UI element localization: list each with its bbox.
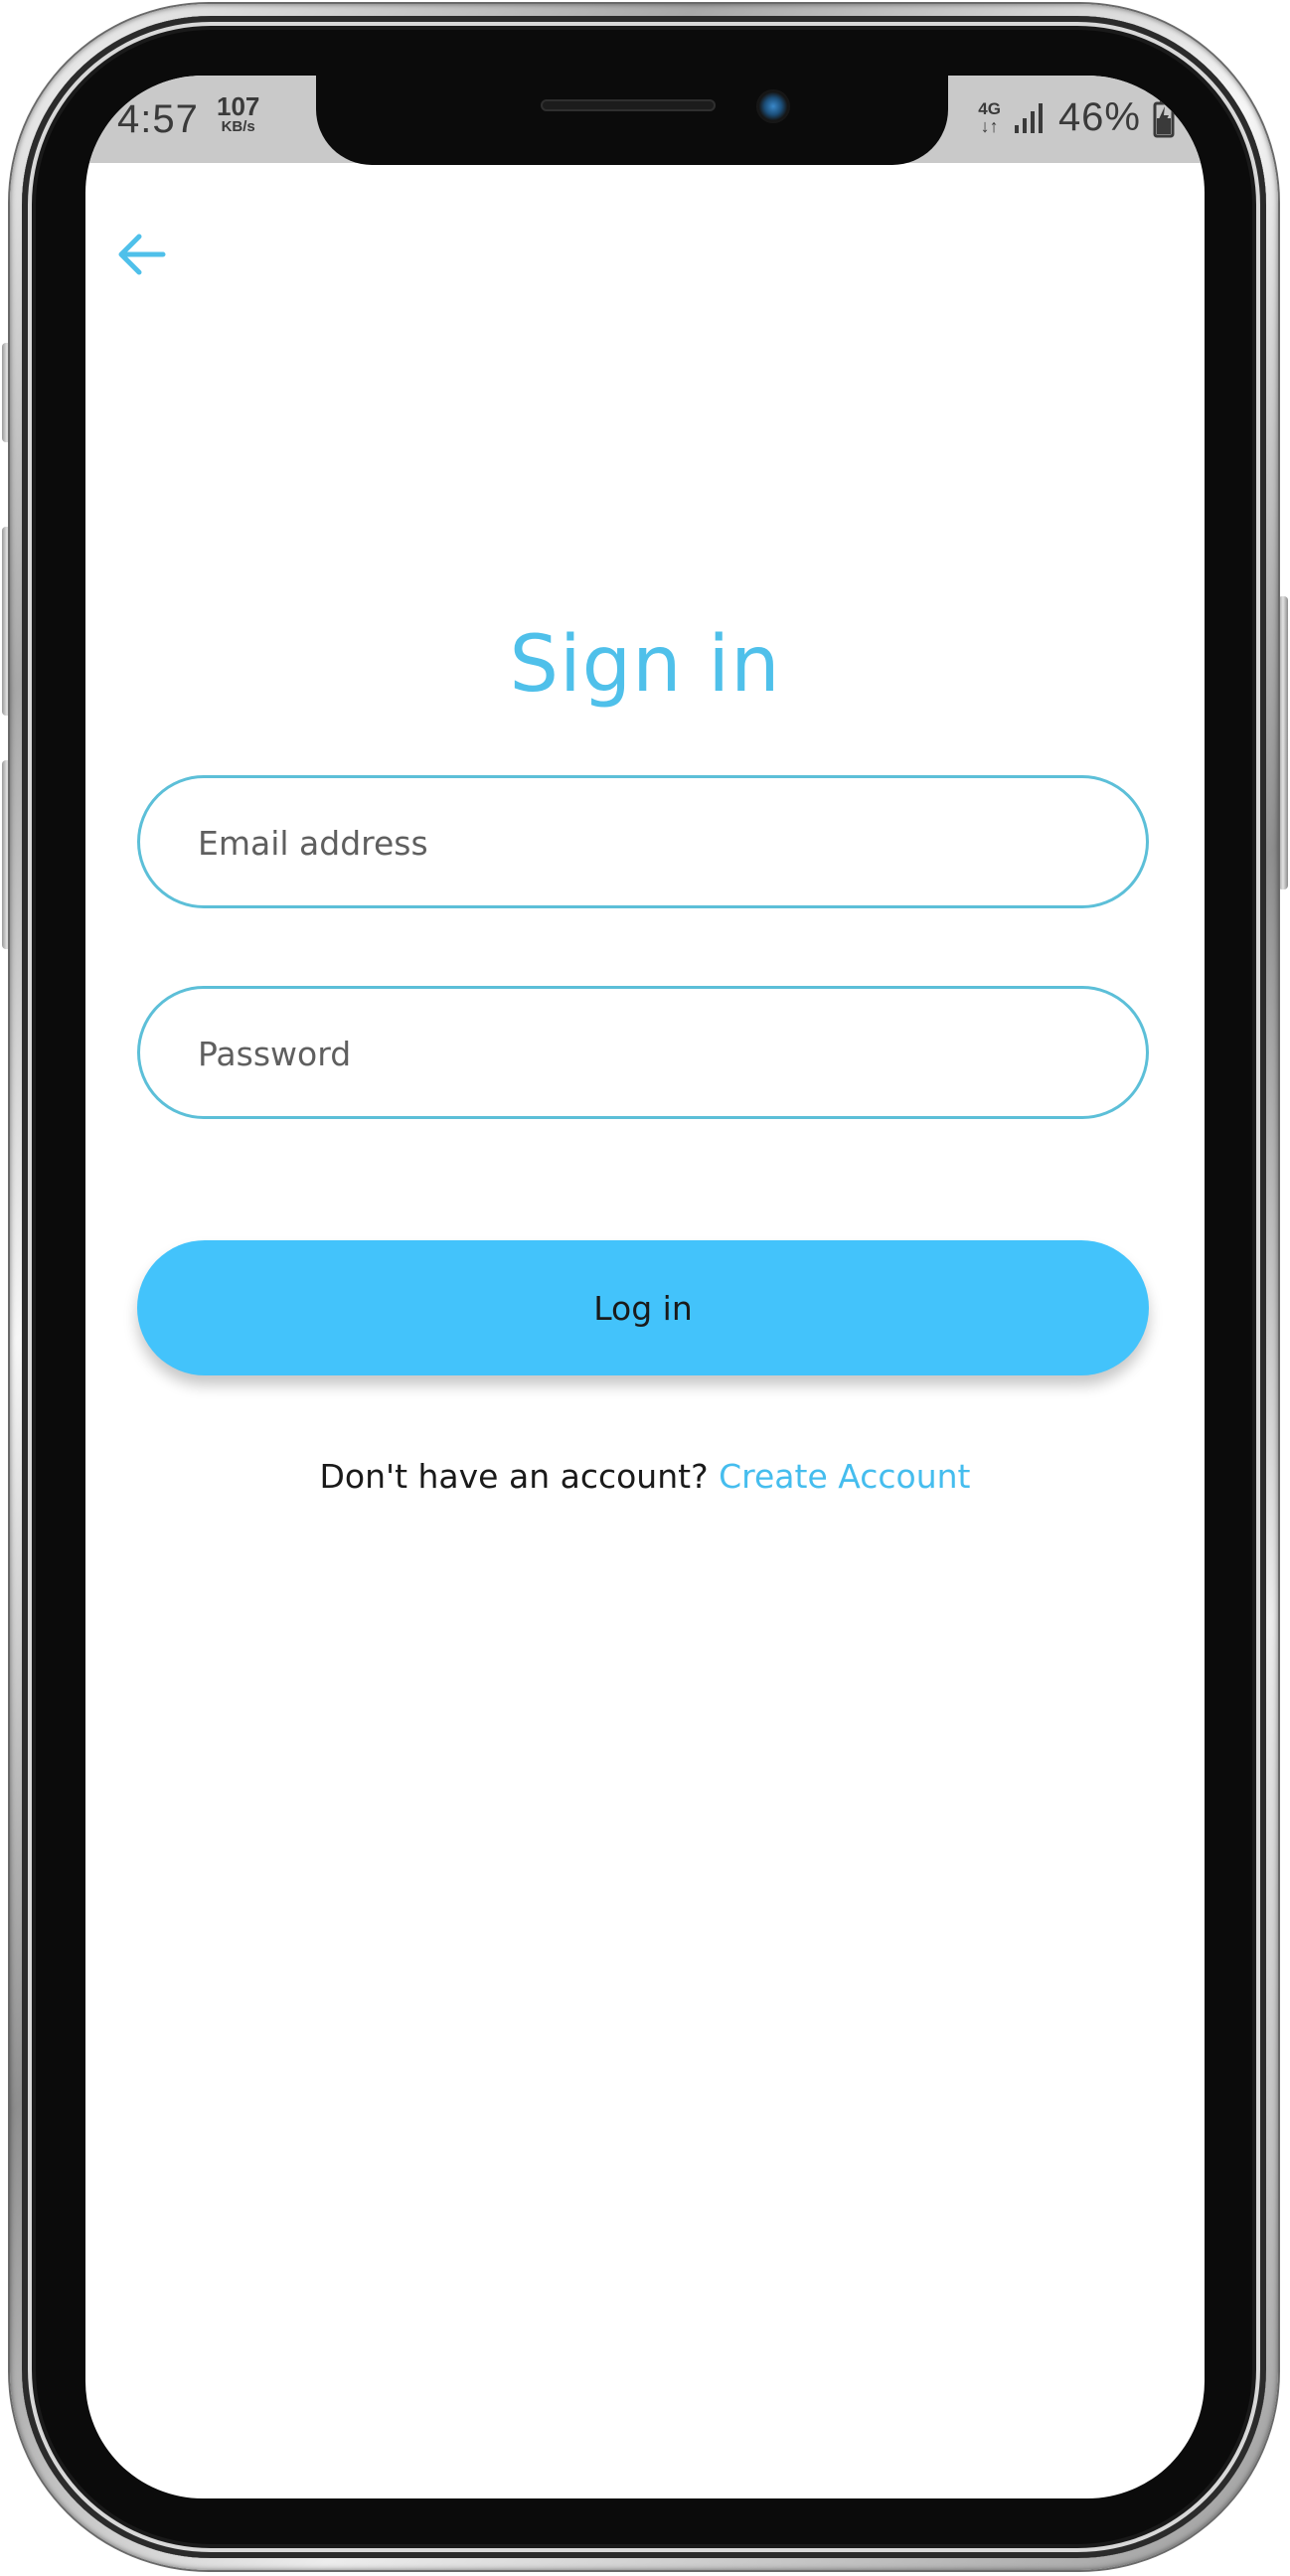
network-speed: 107 KB/s [217,93,259,134]
battery-percentage: 46% [1057,95,1141,139]
signup-prompt: Don't have an account? [319,1457,709,1496]
status-indicators: 4G ↓↑ 46% [978,95,1175,140]
data-arrows-icon: ↓↑ [980,116,999,136]
email-field[interactable] [196,778,1094,907]
password-field[interactable] [196,989,1094,1118]
battery-charging-icon [1153,98,1175,137]
network-type: 4G ↓↑ [978,100,1001,135]
page-title: Sign in [509,620,781,710]
network-speed-unit: KB/s [221,118,255,135]
display-notch [316,76,948,165]
create-account-link[interactable]: Create Account [719,1457,970,1496]
network-speed-value: 107 [217,91,260,121]
power-button [1278,596,1288,889]
password-field-container [137,986,1149,1119]
earpiece-speaker [541,99,716,111]
arrow-left-icon [118,234,166,275]
login-button[interactable]: Log in [137,1240,1149,1375]
email-field-container [137,775,1149,908]
device-mockup: 4:57 107 KB/s 4G ↓↑ 46% Sign in Email ad… [0,0,1290,2576]
app-screen: 4:57 107 KB/s 4G ↓↑ 46% Sign in Email ad… [85,76,1205,2498]
back-button[interactable] [99,213,183,296]
signal-icon [1014,102,1043,133]
signup-prompt-row: Don't have an account? Create Account [85,1457,1205,1496]
status-time: 4:57 [117,97,199,141]
front-camera [756,89,790,123]
